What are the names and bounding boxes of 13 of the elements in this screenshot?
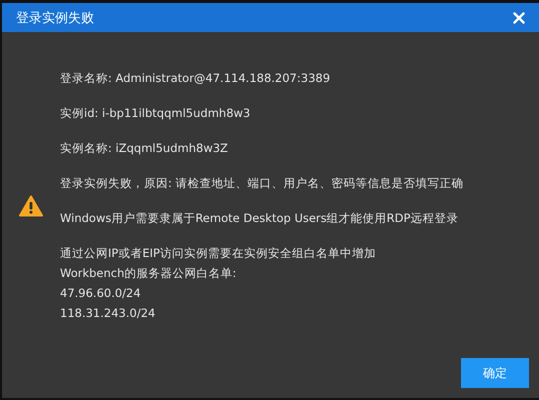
warning-icon <box>19 195 43 217</box>
message-text: 登录实例失败，原因: 请检查地址、端口、用户名、密码等信息是否填写正确 <box>60 175 464 192</box>
close-icon[interactable] <box>513 12 525 24</box>
message-text: 实例名称: iZqqml5udmh8w3Z <box>60 140 229 157</box>
message-text: 通过公网IP或者EIP访问实例需要在实例安全组白名单中增加 <box>60 245 377 262</box>
message-text: Windows用户需要隶属于Remote Desktop Users组才能使用RDP远程登录 <box>60 210 460 227</box>
message-text: Workbench的服务器公网白名单: <box>60 265 238 282</box>
message-text: 实例id: i-bp11ilbtqqml5udmh8w3 <box>60 105 252 122</box>
message-text: 118.31.243.0/24 <box>60 305 156 322</box>
message-text: 47.96.60.0/24 <box>60 285 142 302</box>
confirm-button[interactable]: 确定 <box>461 358 529 388</box>
message-text: 登录名称: Administrator@47.114.188.207:3389 <box>60 70 332 87</box>
window-title: 登录实例失败 <box>16 10 94 26</box>
